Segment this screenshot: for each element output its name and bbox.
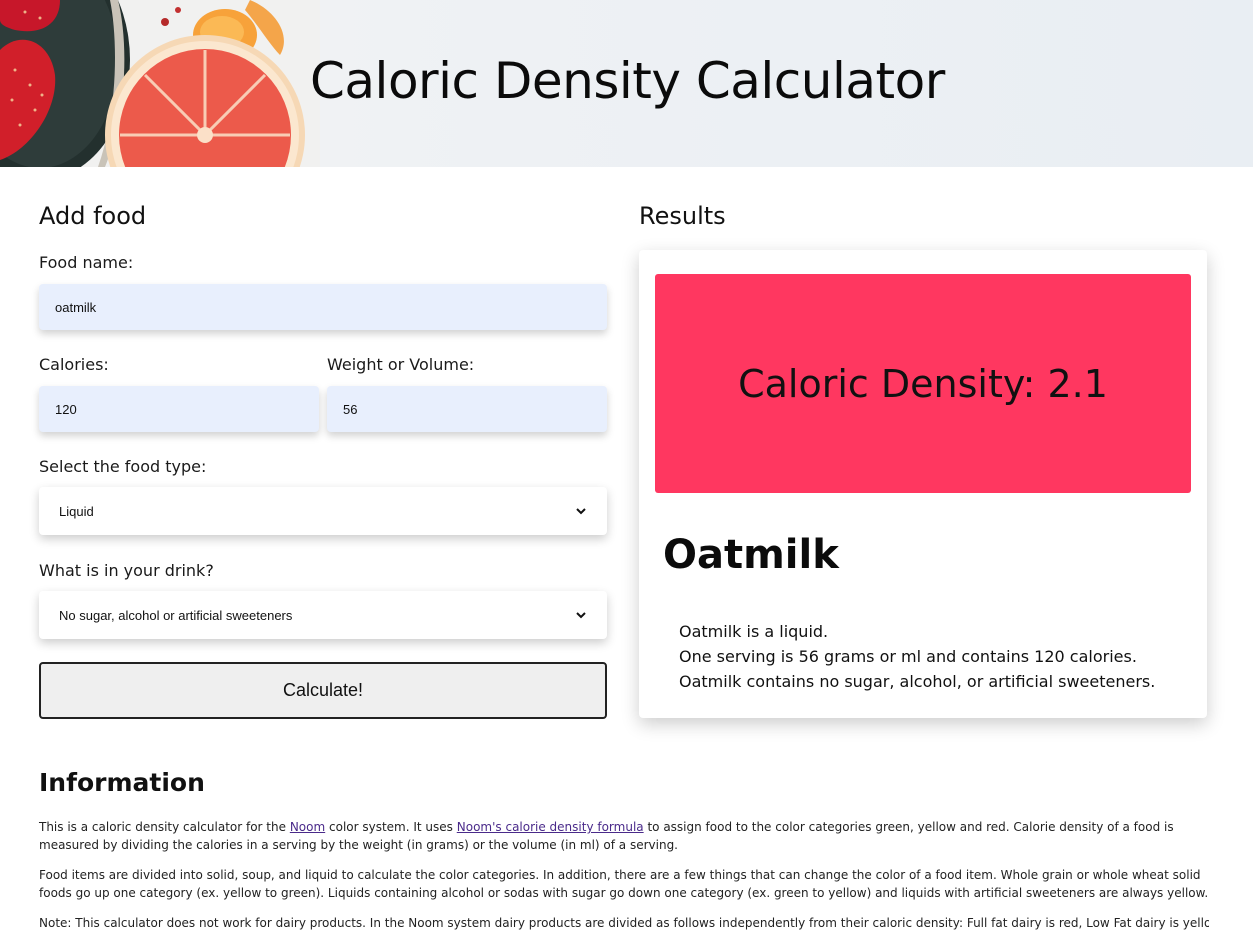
- chevron-down-icon: [576, 508, 586, 515]
- food-name-input[interactable]: [39, 284, 607, 330]
- results-title: Results: [639, 202, 726, 230]
- food-type-label: Select the food type:: [39, 457, 207, 476]
- info-paragraph-3: Note: This calculator does not work for …: [39, 916, 1209, 930]
- drink-selected: No sugar, alcohol or artificial sweetene…: [59, 607, 293, 623]
- food-type-select[interactable]: Liquid: [39, 487, 607, 535]
- chevron-down-icon: [576, 612, 586, 619]
- header-banner: Caloric Density Calculator: [0, 0, 1253, 167]
- page-title: Caloric Density Calculator: [310, 52, 945, 110]
- food-type-selected: Liquid: [59, 503, 94, 519]
- result-description: Oatmilk is a liquid. One serving is 56 g…: [679, 619, 1155, 694]
- result-food-heading: Oatmilk: [663, 532, 839, 578]
- weight-input[interactable]: [327, 386, 607, 432]
- drink-label: What is in your drink?: [39, 561, 214, 580]
- drink-select[interactable]: No sugar, alcohol or artificial sweetene…: [39, 591, 607, 639]
- calories-label: Calories:: [39, 355, 109, 374]
- info-text: color system. It uses: [325, 820, 457, 834]
- calculate-button[interactable]: Calculate!: [39, 662, 607, 719]
- info-text: This is a caloric density calculator for…: [39, 820, 290, 834]
- info-paragraph-1: This is a caloric density calculator for…: [39, 818, 1209, 854]
- result-line: Oatmilk is a liquid.: [679, 622, 829, 641]
- add-food-title: Add food: [39, 202, 147, 230]
- caloric-density-box: Caloric Density: 2.1: [655, 274, 1191, 493]
- result-line: One serving is 56 grams or ml and contai…: [679, 647, 1137, 666]
- info-paragraph-2: Food items are divided into solid, soup,…: [39, 868, 1209, 900]
- fruit-banner-image: [0, 0, 320, 167]
- calories-input[interactable]: [39, 386, 319, 432]
- caloric-density-text: Caloric Density: 2.1: [738, 361, 1108, 406]
- calorie-density-formula-link[interactable]: Noom's calorie density formula: [457, 820, 644, 834]
- results-card: Caloric Density: 2.1 Oatmilk Oatmilk is …: [639, 250, 1207, 718]
- food-name-label: Food name:: [39, 253, 134, 272]
- information-title: Information: [39, 768, 205, 797]
- result-line: Oatmilk contains no sugar, alcohol, or a…: [679, 672, 1156, 691]
- weight-label: Weight or Volume:: [327, 355, 475, 374]
- noom-link[interactable]: Noom: [290, 820, 325, 834]
